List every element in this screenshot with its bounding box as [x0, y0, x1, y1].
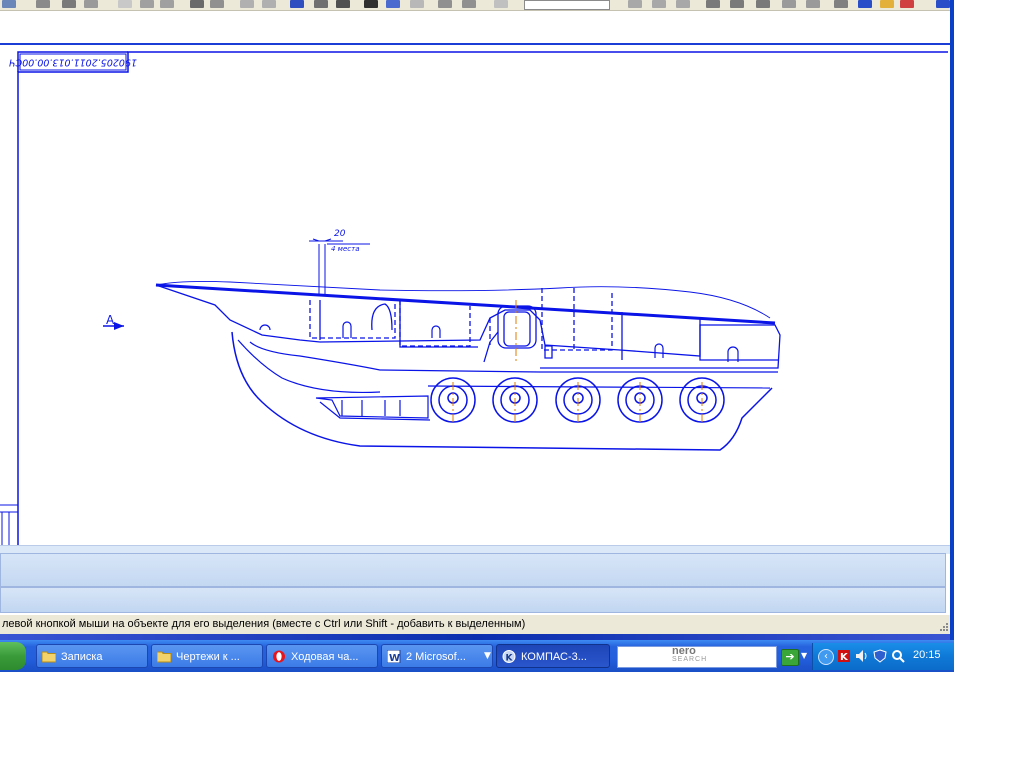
dimension-value: 20	[334, 229, 346, 239]
track-link-blocks	[315, 395, 429, 419]
kompas-icon: K	[502, 650, 516, 663]
drawing-canvas[interactable]: 190205.2011.013.00.00СЧ А 20 4 места	[0, 45, 950, 545]
title-block-fragment	[0, 504, 18, 545]
toolbar-button[interactable]	[410, 0, 424, 8]
volume-icon[interactable]	[855, 649, 869, 663]
toolbar-button[interactable]	[240, 0, 254, 8]
stamp-label: 190205.2011.013.00.00СЧ	[9, 57, 137, 68]
search-sub: SEARCH	[672, 656, 708, 663]
properties-bar	[0, 11, 950, 45]
toolbar-button[interactable]	[438, 0, 452, 8]
stamp-box: 190205.2011.013.00.00СЧ	[9, 53, 137, 71]
svg-text:W: W	[389, 653, 400, 663]
search-icon[interactable]	[891, 649, 905, 663]
toolbar-button[interactable]	[36, 0, 50, 8]
taskbar-item-kompas[interactable]: K КОМПАС-3...	[496, 644, 610, 668]
section-marker: А	[103, 313, 124, 330]
taskbar-item-drawings[interactable]: Чертежи к ...	[151, 644, 263, 668]
status-bar: левой кнопкой мыши на объекте для его вы…	[0, 614, 950, 635]
toolbar-button[interactable]	[806, 0, 820, 8]
toolbar-button[interactable]	[262, 0, 276, 8]
toolbar-button[interactable]	[160, 0, 174, 8]
toolbar-button[interactable]	[782, 0, 796, 8]
taskbar-item-label: 2 Microsof...	[406, 651, 466, 663]
scale-field[interactable]	[524, 0, 610, 10]
toolbar-button[interactable]	[140, 0, 154, 8]
toolbar-button[interactable]	[314, 0, 328, 8]
folder-icon	[157, 651, 171, 663]
toolbar-button[interactable]	[62, 0, 76, 8]
window-right-border	[950, 0, 954, 640]
taskbar-item-word[interactable]: W 2 Microsof...	[381, 644, 493, 668]
toolbar-button[interactable]	[676, 0, 690, 8]
toolbar-button[interactable]	[730, 0, 744, 8]
toolbar-button[interactable]	[834, 0, 848, 8]
track-assembly-drawing: 190205.2011.013.00.00СЧ А 20 4 места	[0, 51, 948, 545]
taskbar: Записка Чертежи к ... Ходовая ча... W 2 …	[0, 640, 954, 672]
toolbar-button[interactable]	[364, 0, 378, 8]
section-marker-label: А	[106, 313, 115, 327]
taskbar-item-opera[interactable]: Ходовая ча...	[266, 644, 378, 668]
toolbar-button[interactable]	[84, 0, 98, 8]
resize-grip-icon[interactable]	[938, 621, 948, 631]
toolbar-button[interactable]	[386, 0, 400, 8]
body-outline	[156, 280, 771, 319]
property-panel	[0, 553, 946, 587]
clock: 20:15	[913, 649, 941, 661]
toolbar-button[interactable]	[118, 0, 132, 8]
toolbar-button[interactable]	[2, 0, 16, 8]
folder-icon	[42, 651, 56, 663]
search-box[interactable]: nero SEARCH	[617, 645, 777, 668]
start-button[interactable]	[0, 642, 26, 670]
toolbar-button[interactable]	[336, 0, 350, 8]
toolbar-button[interactable]	[210, 0, 224, 8]
screen: 190205.2011.013.00.00СЧ А 20 4 места лев…	[0, 0, 954, 672]
toolbar-button[interactable]	[858, 0, 872, 8]
show-hidden-icons-icon[interactable]: ‹	[818, 649, 834, 665]
taskbar-item-label: Ходовая ча...	[291, 651, 359, 663]
word-icon: W	[387, 650, 401, 663]
toolbar-button[interactable]	[900, 0, 914, 8]
system-tray: ‹ K 20:15	[812, 643, 954, 670]
search-go-button[interactable]: ➔	[781, 649, 799, 666]
taskbar-item-label: Записка	[61, 651, 103, 663]
status-message: левой кнопкой мыши на объекте для его вы…	[2, 618, 526, 630]
security-shield-icon[interactable]	[873, 649, 887, 663]
toolbar-button[interactable]	[880, 0, 894, 8]
toolbar-button[interactable]	[290, 0, 304, 8]
taskbar-item-zapiska[interactable]: Записка	[36, 644, 148, 668]
opera-icon	[273, 650, 285, 663]
main-toolbar	[0, 0, 950, 11]
toolbar-button[interactable]	[936, 0, 950, 8]
drawing-frame	[17, 51, 948, 545]
toolbar-button[interactable]	[190, 0, 204, 8]
dimension-note: 4 места	[331, 245, 359, 253]
toolbar-button[interactable]	[462, 0, 476, 8]
search-options-icon[interactable]: ▼	[801, 651, 807, 660]
svg-text:K: K	[840, 652, 849, 663]
command-panel	[0, 587, 946, 613]
kaspersky-icon[interactable]: K	[837, 649, 851, 663]
toolbar-button[interactable]	[652, 0, 666, 8]
taskbar-item-label: Чертежи к ...	[176, 651, 240, 663]
svg-text:K: K	[506, 654, 514, 664]
toolbar-button[interactable]	[628, 0, 642, 8]
group-dropdown-icon[interactable]: ▼	[484, 651, 491, 661]
toolbar-button[interactable]	[756, 0, 770, 8]
toolbar-button[interactable]	[494, 0, 508, 8]
toolbar-button[interactable]	[706, 0, 720, 8]
taskbar-item-label: КОМПАС-3...	[521, 651, 587, 663]
